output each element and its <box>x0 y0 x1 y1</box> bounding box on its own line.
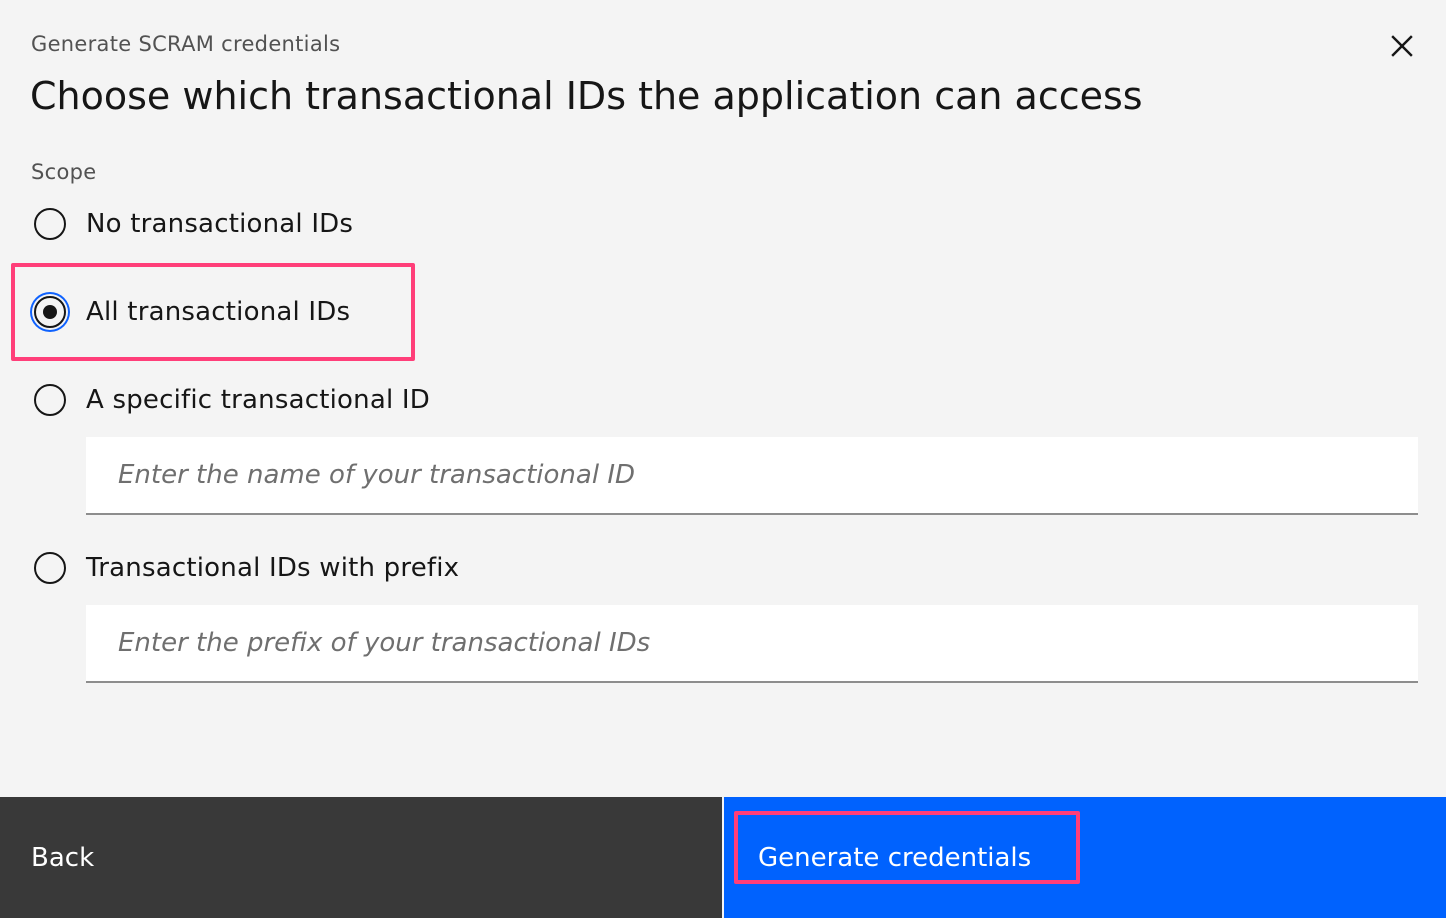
radio-specific-transactional-id[interactable]: A specific transactional ID <box>34 384 430 416</box>
modal-footer: Back Generate credentials <box>0 797 1446 918</box>
radio-no-transactional-ids[interactable]: No transactional IDs <box>34 208 353 240</box>
radio-label: A specific transactional ID <box>86 385 430 415</box>
radio-button[interactable] <box>34 552 66 584</box>
radio-all-transactional-ids[interactable]: All transactional IDs <box>34 296 350 328</box>
radio-label: No transactional IDs <box>86 209 354 239</box>
generate-credentials-modal: Generate SCRAM credentials Choose which … <box>0 0 1446 918</box>
modal-title: Choose which transactional IDs the appli… <box>30 74 1143 118</box>
radio-button[interactable] <box>34 208 66 240</box>
close-button[interactable] <box>1382 26 1422 66</box>
radio-button-selected[interactable] <box>34 296 66 328</box>
radio-label: All transactional IDs <box>86 297 351 327</box>
generate-credentials-button[interactable]: Generate credentials <box>724 797 1446 918</box>
close-icon <box>1391 35 1413 57</box>
radio-label: Transactional IDs with prefix <box>86 553 460 583</box>
transactional-id-prefix-input[interactable] <box>86 605 1418 683</box>
back-button[interactable]: Back <box>0 797 722 918</box>
modal-eyebrow: Generate SCRAM credentials <box>31 32 341 56</box>
radio-button[interactable] <box>34 384 66 416</box>
transactional-id-name-input[interactable] <box>86 437 1418 515</box>
radio-transactional-ids-with-prefix[interactable]: Transactional IDs with prefix <box>34 552 459 584</box>
scope-label: Scope <box>31 160 97 184</box>
